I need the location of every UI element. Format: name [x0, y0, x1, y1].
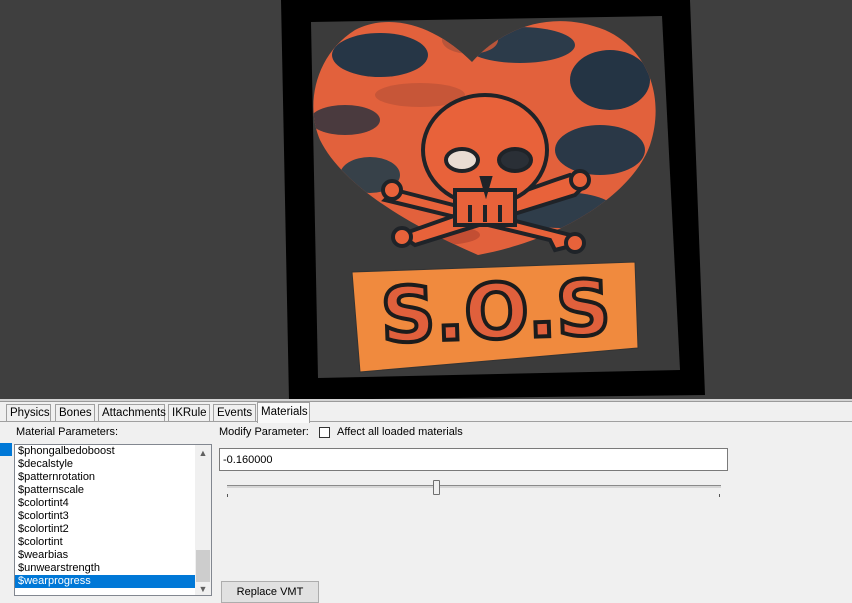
- list-item[interactable]: $patternscale: [15, 484, 196, 497]
- tab-materials[interactable]: Materials: [257, 402, 310, 423]
- tab-physics[interactable]: Physics: [6, 404, 51, 421]
- tab-bones[interactable]: Bones: [55, 404, 95, 421]
- list-item[interactable]: $patternrotation: [15, 471, 196, 484]
- replace-vmt-button[interactable]: Replace VMT: [221, 581, 319, 603]
- tab-strip: Physics Bones Attachments IKRule Events …: [0, 402, 852, 423]
- list-item[interactable]: $colortint3: [15, 510, 196, 523]
- affect-all-label: Affect all loaded materials: [337, 426, 463, 438]
- sticker-render: S.O.S: [281, 0, 705, 400]
- parameter-items: $phongalbedoboost $decalstyle $patternro…: [15, 445, 196, 588]
- tab-events[interactable]: Events: [213, 404, 256, 421]
- list-item[interactable]: $decalstyle: [15, 458, 196, 471]
- slider-track: [227, 485, 721, 488]
- slider-tick: [719, 494, 720, 497]
- list-item[interactable]: $colortint: [15, 536, 196, 549]
- tab-attachments[interactable]: Attachments: [98, 404, 166, 421]
- slider-thumb[interactable]: [433, 480, 440, 495]
- scroll-down-icon[interactable]: ▼: [195, 581, 211, 595]
- list-scrollbar[interactable]: ▲ ▼: [195, 445, 211, 595]
- scroll-up-icon[interactable]: ▲: [195, 445, 211, 461]
- sos-text: S.O.S: [379, 263, 612, 360]
- scroll-thumb[interactable]: [196, 550, 210, 582]
- affect-all-checkbox[interactable]: [319, 427, 330, 438]
- list-item[interactable]: $colortint4: [15, 497, 196, 510]
- model-viewport[interactable]: S.O.S: [0, 0, 852, 400]
- parameter-value-field[interactable]: [219, 448, 728, 471]
- slider-tick: [227, 494, 228, 497]
- selection-marker: [0, 443, 12, 456]
- material-parameters-list[interactable]: $phongalbedoboost $decalstyle $patternro…: [14, 444, 212, 596]
- parameter-slider[interactable]: [224, 480, 724, 500]
- tab-ikrule[interactable]: IKRule: [168, 404, 210, 421]
- material-parameters-label: Material Parameters:: [16, 426, 119, 438]
- list-item[interactable]: $wearbias: [15, 549, 196, 562]
- modify-parameter-label: Modify Parameter:: [219, 426, 309, 438]
- list-item[interactable]: $unwearstrength: [15, 562, 196, 575]
- list-item[interactable]: $phongalbedoboost: [15, 445, 196, 458]
- list-item-selected[interactable]: $wearprogress: [15, 575, 196, 588]
- list-item[interactable]: $colortint2: [15, 523, 196, 536]
